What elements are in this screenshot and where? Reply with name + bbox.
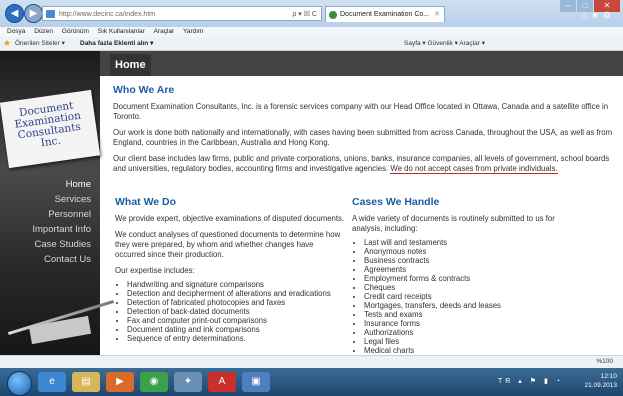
list-item: Sequence of entry determinations. bbox=[127, 334, 345, 343]
who-paragraph-1: Document Examination Consultants, Inc. i… bbox=[113, 102, 609, 121]
what-paragraph-2: We conduct analyses of questioned docume… bbox=[115, 230, 341, 259]
list-item: Mortgages, transfers, deeds and leases bbox=[364, 301, 582, 310]
nav-home[interactable]: Home bbox=[32, 177, 91, 192]
menu-bar: Dosya Düzen Görünüm Sık Kullanılanlar Ar… bbox=[0, 27, 623, 37]
what-paragraph-3: Our expertise includes: bbox=[115, 266, 195, 275]
menu-tools[interactable]: Araçlar bbox=[154, 28, 175, 35]
what-we-do-heading: What We Do bbox=[115, 196, 177, 208]
list-item: Employment forms & contracts bbox=[364, 274, 582, 283]
home-star-gear-icons[interactable]: ⌂★⚙ bbox=[581, 10, 615, 21]
site-sidebar: Document Examination Consultants Inc. Ho… bbox=[0, 51, 115, 355]
page-title: Home bbox=[110, 54, 151, 76]
who-we-are-heading: Who We Are bbox=[113, 84, 175, 96]
list-item: Last will and testaments bbox=[364, 238, 582, 247]
paper-image bbox=[28, 315, 92, 345]
list-item: Credit card receipts bbox=[364, 292, 582, 301]
list-item: Tests and exams bbox=[364, 310, 582, 319]
command-bar[interactable]: Sayfa ▾ Güvenlik ▾ Araçlar ▾ bbox=[404, 37, 485, 50]
menu-edit[interactable]: Düzen bbox=[34, 28, 53, 35]
site-logo[interactable]: Document Examination Consultants Inc. bbox=[0, 89, 101, 169]
clock-date: 21.09.2013 bbox=[584, 382, 617, 389]
paint-taskbar-icon[interactable]: ▣ bbox=[242, 372, 270, 392]
chrome-taskbar-icon[interactable]: ◉ bbox=[140, 372, 168, 392]
minimize-button[interactable]: – bbox=[560, 0, 576, 12]
who-we-are-section: Who We Are Document Examination Consulta… bbox=[113, 84, 613, 174]
forward-button[interactable]: ▶ bbox=[24, 4, 43, 23]
nav-important-info[interactable]: Important Info bbox=[32, 222, 91, 237]
list-item: Detection and decipherment of alteration… bbox=[127, 289, 345, 298]
address-tools[interactable]: ρ ▾ ☒ C bbox=[292, 7, 317, 22]
system-tray-icons[interactable]: TR ▴ ⚑ ▮ ◔ bbox=[498, 377, 563, 385]
list-item: Business contracts bbox=[364, 256, 582, 265]
private-individuals-note: We do not accept cases from private indi… bbox=[390, 164, 558, 174]
start-button[interactable] bbox=[7, 371, 32, 396]
tab-close-icon[interactable]: ✕ bbox=[434, 7, 440, 23]
logo-text: Document Examination Consultants Inc. bbox=[1, 98, 96, 154]
web-page: Document Examination Consultants Inc. Ho… bbox=[0, 51, 623, 355]
suggested-sites-link[interactable]: Önerilen Siteler ▾ bbox=[15, 37, 65, 50]
list-item: Detection of fabricated photocopies and … bbox=[127, 298, 345, 307]
what-we-do-section: What We Do We provide expert, objective … bbox=[115, 196, 345, 343]
clock-time: 12:10 bbox=[600, 373, 617, 380]
app-taskbar-icon[interactable]: ✦ bbox=[174, 372, 202, 392]
list-item: Handwriting and signature comparisons bbox=[127, 280, 345, 289]
list-item: Cheques bbox=[364, 283, 582, 292]
nav-contact-us[interactable]: Contact Us bbox=[32, 252, 91, 267]
nav-personnel[interactable]: Personnel bbox=[32, 207, 91, 222]
list-item: Insurance forms bbox=[364, 319, 582, 328]
list-item: Authorizations bbox=[364, 328, 582, 337]
menu-file[interactable]: Dosya bbox=[7, 28, 25, 35]
tab-title: Document Examination Co... bbox=[340, 11, 430, 18]
menu-view[interactable]: Görünüm bbox=[62, 28, 89, 35]
get-more-addons-link[interactable]: Daha fazla Eklenti alın ▾ bbox=[80, 37, 153, 50]
site-icon bbox=[46, 10, 55, 18]
tab-document-examination[interactable]: Document Examination Co... ✕ bbox=[325, 6, 445, 22]
favorites-bar: ★ Önerilen Siteler ▾ Daha fazla Eklenti … bbox=[0, 37, 623, 51]
cases-paragraph-1: A wide variety of documents is routinely… bbox=[352, 214, 555, 233]
menu-help[interactable]: Yardım bbox=[183, 28, 203, 35]
address-url: http://www.decinc.ca/index.htm bbox=[59, 11, 156, 18]
list-item: Medical charts bbox=[364, 346, 582, 355]
favorites-star-icon[interactable]: ★ bbox=[3, 39, 11, 48]
status-bar: %100 bbox=[0, 355, 623, 369]
browser-titlebar: ◀ ▶ http://www.decinc.ca/index.htm ρ ▾ ☒… bbox=[0, 0, 623, 27]
ie-taskbar-icon[interactable]: e bbox=[38, 372, 66, 392]
acrobat-taskbar-icon[interactable]: A bbox=[208, 372, 236, 392]
clock[interactable]: 12:10 21.09.2013 bbox=[584, 372, 617, 390]
back-button[interactable]: ◀ bbox=[5, 4, 24, 23]
cases-we-handle-section: Cases We Handle A wide variety of docume… bbox=[352, 196, 582, 355]
cases-list: Last will and testaments Anonymous notes… bbox=[352, 238, 582, 355]
list-item: Legal files bbox=[364, 337, 582, 346]
list-item: Document dating and ink comparisons bbox=[127, 325, 345, 334]
nav-case-studies[interactable]: Case Studies bbox=[32, 237, 91, 252]
site-nav: Home Services Personnel Important Info C… bbox=[32, 177, 91, 267]
menu-favorites[interactable]: Sık Kullanılanlar bbox=[98, 28, 145, 35]
zoom-level[interactable]: %100 bbox=[596, 358, 613, 365]
expertise-list: Handwriting and signature comparisons De… bbox=[115, 280, 345, 343]
address-bar[interactable]: http://www.decinc.ca/index.htm ρ ▾ ☒ C bbox=[42, 6, 322, 21]
windows-taskbar: e ▤ ▶ ◉ ✦ A ▣ TR ▴ ⚑ ▮ ◔ 12:10 21.09.201… bbox=[0, 368, 623, 396]
what-paragraph-1: We provide expert, objective examination… bbox=[115, 214, 345, 223]
media-player-taskbar-icon[interactable]: ▶ bbox=[106, 372, 134, 392]
explorer-taskbar-icon[interactable]: ▤ bbox=[72, 372, 100, 392]
list-item: Fax and computer print-out comparisons bbox=[127, 316, 345, 325]
who-paragraph-3: Our client base includes law firms, publ… bbox=[113, 154, 613, 174]
cases-heading: Cases We Handle bbox=[352, 196, 440, 208]
page-header-bar bbox=[100, 51, 623, 76]
tab-favicon bbox=[329, 11, 337, 19]
list-item: Detection of back-dated documents bbox=[127, 307, 345, 316]
who-paragraph-2: Our work is done both nationally and int… bbox=[113, 128, 613, 147]
language-indicator[interactable]: TR bbox=[498, 378, 513, 385]
list-item: Anonymous notes bbox=[364, 247, 582, 256]
nav-services[interactable]: Services bbox=[32, 192, 91, 207]
list-item: Agreements bbox=[364, 265, 582, 274]
